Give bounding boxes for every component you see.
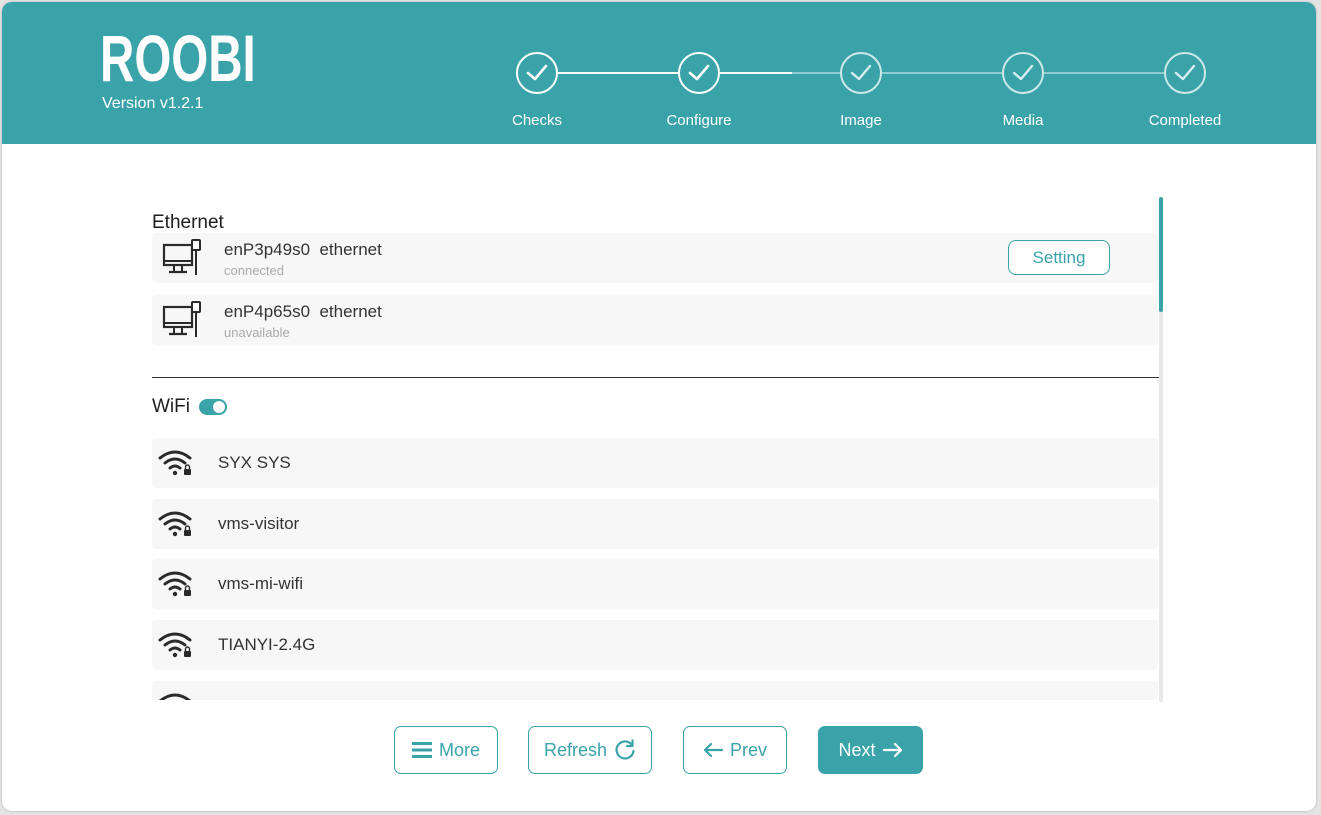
step-connector bbox=[720, 72, 840, 74]
step-checks-indicator bbox=[516, 52, 558, 94]
check-icon bbox=[1174, 64, 1196, 81]
wifi-ssid: SYX SYS bbox=[218, 453, 291, 472]
check-icon bbox=[850, 64, 872, 81]
wifi-lock-icon bbox=[158, 450, 192, 476]
menu-icon bbox=[411, 742, 432, 758]
check-icon bbox=[1012, 64, 1034, 81]
wifi-lock-icon bbox=[158, 571, 192, 597]
prev-button-label: Prev bbox=[729, 739, 767, 760]
wifi-network-item[interactable]: TIANYI-2.4G bbox=[152, 620, 1158, 670]
ethernet-setting-button[interactable]: Setting bbox=[1008, 240, 1110, 275]
ethernet-item[interactable]: enP3p49s0 ethernet connected Setting bbox=[152, 233, 1158, 283]
step-label-checks: Checks bbox=[511, 112, 563, 129]
more-button-label: More bbox=[438, 739, 480, 760]
step-completed-indicator bbox=[1164, 52, 1206, 94]
step-media-indicator bbox=[1002, 52, 1044, 94]
wifi-network-item[interactable]: vms-mi-wifi bbox=[152, 559, 1158, 609]
arrow-left-icon bbox=[703, 742, 723, 758]
ethernet-status: connected bbox=[224, 263, 284, 278]
ethernet-computer-icon bbox=[162, 301, 201, 337]
installer-window: ROOBI Version v1.2.1 Checks Configure Im… bbox=[2, 2, 1316, 811]
wifi-lock-icon bbox=[158, 693, 192, 700]
step-connector bbox=[882, 72, 1002, 74]
ethernet-section-title: Ethernet bbox=[152, 212, 224, 233]
prev-button[interactable]: Prev bbox=[683, 726, 787, 774]
wifi-ssid: vms-visitor bbox=[218, 514, 300, 533]
wifi-ssid: TIANYI-2.4G bbox=[218, 635, 316, 654]
check-icon bbox=[526, 64, 548, 81]
refresh-button[interactable]: Refresh bbox=[528, 726, 652, 774]
ethernet-status: unavailable bbox=[224, 325, 290, 340]
check-icon bbox=[688, 64, 710, 81]
step-label-image: Image bbox=[840, 112, 882, 129]
refresh-icon bbox=[615, 739, 635, 760]
section-divider bbox=[152, 377, 1160, 378]
wifi-section-title: WiFi bbox=[152, 396, 190, 417]
step-connector bbox=[1044, 72, 1164, 74]
wifi-ssid: vms-mi-wifi bbox=[218, 574, 303, 593]
header: ROOBI Version v1.2.1 Checks Configure Im… bbox=[2, 2, 1316, 144]
ethernet-item[interactable]: enP4p65s0 ethernet unavailable bbox=[152, 295, 1158, 345]
step-label-completed: Completed bbox=[1148, 112, 1222, 129]
next-button-label: Next bbox=[838, 739, 876, 760]
network-list[interactable]: Ethernet enP3p49s0 ethernet connected Se… bbox=[152, 192, 1162, 700]
step-connector bbox=[558, 72, 678, 74]
step-label-media: Media bbox=[1002, 112, 1044, 129]
app-logo: ROOBI bbox=[100, 21, 256, 95]
ethernet-computer-icon bbox=[162, 239, 201, 275]
ethernet-name: enP4p65s0 ethernet bbox=[224, 302, 382, 321]
refresh-button-label: Refresh bbox=[543, 739, 608, 760]
step-configure-indicator bbox=[678, 52, 720, 94]
wifi-network-item[interactable] bbox=[152, 681, 1158, 700]
arrow-right-icon bbox=[882, 742, 902, 758]
wifi-lock-icon bbox=[158, 511, 192, 537]
wifi-toggle[interactable] bbox=[199, 399, 227, 415]
wifi-network-item[interactable]: SYX SYS bbox=[152, 438, 1158, 488]
step-image-indicator bbox=[840, 52, 882, 94]
wifi-network-item[interactable]: vms-visitor bbox=[152, 499, 1158, 549]
app-version: Version v1.2.1 bbox=[102, 95, 204, 112]
more-button[interactable]: More bbox=[394, 726, 498, 774]
wifi-lock-icon bbox=[158, 632, 192, 658]
next-button[interactable]: Next bbox=[818, 726, 923, 774]
ethernet-name: enP3p49s0 ethernet bbox=[224, 240, 382, 259]
scrollbar-thumb[interactable] bbox=[1159, 197, 1163, 312]
step-label-configure: Configure bbox=[666, 112, 732, 129]
